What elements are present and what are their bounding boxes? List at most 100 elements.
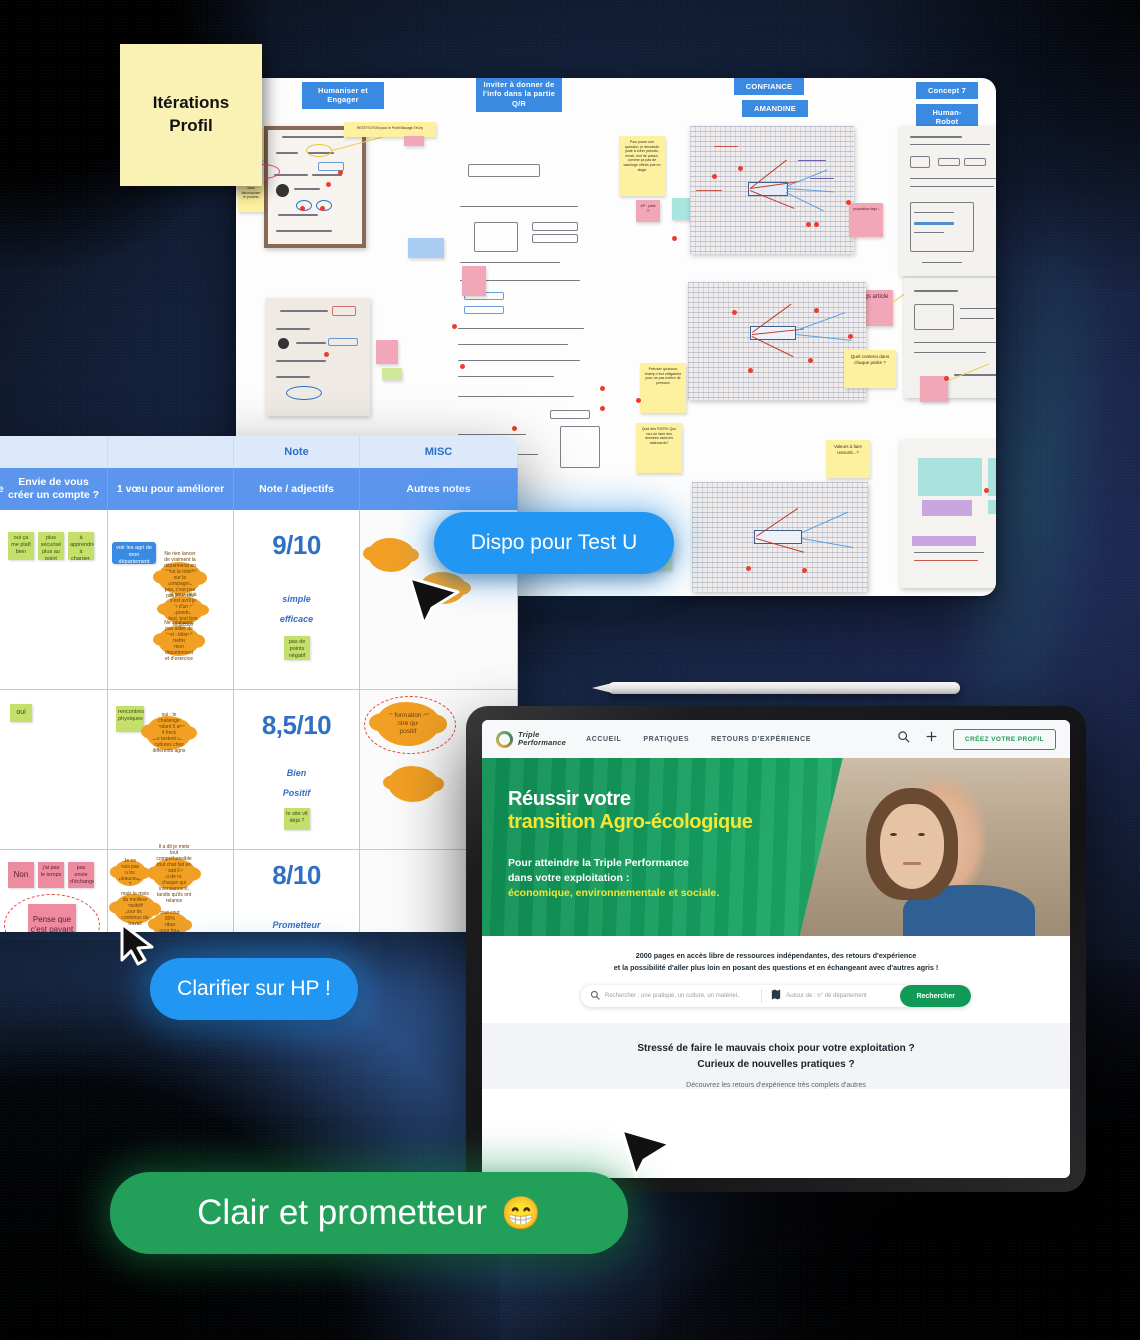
callout-clarifier-hp[interactable]: Clarifier sur HP ! [150,958,358,1020]
board-annotation-circle [306,144,332,157]
table-column-header-row: Performance Envie de vous créer un compt… [0,468,518,510]
board-sticky-note[interactable]: Quid des RGPD! Que va-t-on faire des don… [636,423,682,473]
cloud-note[interactable] [382,766,444,802]
table-column-header-voeu: 1 vœu pour améliorer [108,468,234,510]
hero-title-line-1: Réussir votre [508,788,631,810]
table-column-header-note: Note / adjectifs [234,468,360,510]
table-row[interactable]: Non j'ai pas le temps pas envie d'échang… [0,844,518,932]
callout-clair-prometteur[interactable]: Clair et prometteur 😁 [110,1172,628,1254]
table-cell-compte[interactable]: oui [0,690,108,849]
navbar-actions: CRÉEZ VOTRE PROFIL [897,728,1056,750]
site-search-bar[interactable]: Rechercher : une pratique, un culture, u… [581,985,971,1008]
table-cell-note[interactable]: 8,5/10 Bien Positif le site vit déjà ? [234,690,360,849]
sticky-note-highlighted[interactable]: Pense que c'est payant [28,904,76,932]
nav-link-accueil[interactable]: ACCUEIL [586,736,621,743]
cloud-note[interactable]: Ne souhaiute pas aider de tout - bilan i… [153,620,205,662]
score-value: 8,5/10 [261,710,332,740]
score-value: 9/10 [272,530,321,560]
cloud-note[interactable] [362,538,420,572]
table-cell-compte[interactable]: Non j'ai pas le temps pas envie d'échang… [0,850,108,932]
adjective: simple [282,594,311,604]
table-row[interactable]: oui rencontres physiques oui : le challe… [0,690,518,850]
callout-label: Dispo pour Test U [470,531,638,554]
table-cell-note[interactable]: 9/10 simple efficace pas de points négat… [234,510,360,689]
search-query-placeholder: Rechercher : une pratique, un culture, u… [605,993,741,1000]
board-label: Concept 7 [916,82,978,100]
table-group-header-row: Note MISC [0,436,518,468]
site-logo[interactable]: Triple Performance [496,730,566,748]
sticky-note[interactable]: pas envie d'échanger [68,862,94,888]
sticky-note-title: Itérations Profil [120,44,262,186]
adjective: Prometteur [272,920,321,930]
sticky-note[interactable]: Non [8,862,34,888]
board-photo-sketch-2 [266,298,370,416]
board-sticky-note[interactable]: RESTITUTION pour le Profil Blocage Tél-b… [344,122,436,137]
logo-line-2: Performance [518,738,567,747]
board-dot [636,398,641,403]
intro-line-2: et la possibilité d'aller plus loin en p… [613,963,939,973]
lower-heading-line-1: Stressé de faire le mauvais choix pour v… [637,1043,915,1055]
interview-synthesis-table[interactable]: Note MISC Performance Envie de vous crée… [0,436,518,932]
table-cell-voeu[interactable]: voir les agri de mon département Ne rien… [108,510,234,689]
site-navbar[interactable]: Triple Performance ACCUEIL PRATIQUES RET… [482,720,1070,758]
board-sticky-note[interactable] [462,266,486,296]
sticky-note-title-text: Itérations Profil [152,93,230,135]
search-location-segment[interactable]: Autour de : n° de département [762,985,900,1007]
board-sticky-note[interactable] [382,368,402,380]
board-sticky-note[interactable] [408,238,444,258]
sticky-note[interactable]: à apprendre à charger, comprendre à la f… [68,532,94,560]
site-logo-text: Triple Performance [518,731,566,747]
adjective: Bien [286,768,307,778]
lower-heading-line-2: Curieux de nouvelles pratiques ? [697,1059,855,1071]
sticky-note[interactable]: oui [10,704,32,722]
board-label: CONFIANCE [734,78,804,96]
callout-label: Clair et prometteur [197,1193,487,1232]
cloud-note[interactable]: oui : le challenge pendant 5 ans sur 4 h… [140,712,198,754]
hero-text-block: Réussir votre transition Agro-écologique… [508,788,753,902]
sticky-note[interactable]: pas de points négatif [284,636,310,660]
board-sticky-note[interactable]: Quel contenu dans chaque partie ? [844,350,896,388]
board-sticky-note[interactable]: proposition tags ! [849,203,883,237]
lower-paragraph: Découvrez les retours d'expérience très … [686,1082,866,1090]
board-sticky-note[interactable]: AP : juste ?! [636,200,660,222]
search-icon[interactable] [897,730,910,748]
board-sticky-note[interactable]: Pour poser une question, je demande just… [619,136,665,196]
nav-link-pratiques[interactable]: PRATIQUES [643,736,689,743]
search-location-placeholder: Autour de : n° de département [786,993,867,1000]
cloud-note[interactable]: Ne rien lancer de vraiment la dépannerai… [153,551,207,605]
table-cell-compte[interactable]: oui ça me plaît bien plus sécurisé plus … [0,510,108,689]
search-query-segment[interactable]: Rechercher : une pratique, un culture, u… [581,985,761,1007]
sticky-note[interactable]: j'ai pas le temps [38,862,64,888]
board-photo-chat-sketch [900,440,996,588]
cloud-note[interactable]: Je ne suis pas du tout beaucoup ? [110,858,150,888]
board-sticky-note[interactable]: Valeurs à faire ressortir...? [826,440,870,478]
table-group-cell-misc: MISC [360,436,518,468]
sticky-note[interactable]: oui ça me plaît bien [8,532,34,560]
create-profile-button[interactable]: CRÉEZ VOTRE PROFIL [952,728,1056,750]
sticky-note[interactable]: rencontres physiques [116,706,144,732]
table-cell-voeu[interactable]: rencontres physiques oui : le challenge … [108,690,234,849]
hero-title-line-2: transition Agro-écologique [508,811,753,833]
search-submit-button[interactable]: Rechercher [900,985,971,1008]
board-dot [846,200,851,205]
board-dot [600,406,605,411]
board-label: Inviter à donner de l'info dans la parti… [476,78,562,113]
farmer-portrait [866,788,959,901]
plus-icon[interactable] [925,730,938,748]
sticky-note[interactable]: le site vit déjà ? [284,808,310,830]
tablet-device: Triple Performance ACCUEIL PRATIQUES RET… [466,706,1086,1192]
sticky-note-blue[interactable]: voir les agri de mon département [112,542,156,564]
board-sticky-note[interactable] [376,340,398,364]
apple-pencil [608,682,960,694]
table-group-cell [0,436,108,468]
nav-link-retours[interactable]: RETOURS D'EXPÉRIENCE [711,736,811,743]
sticky-note[interactable]: plus sécurisé plus au point lorsqu'il se… [38,532,64,560]
board-sticky-note[interactable] [404,136,424,146]
board-photo-mindmap-2 [688,282,866,400]
table-cell-note[interactable]: 8/10 Prometteur Clair [234,850,360,932]
board-sticky-note[interactable]: Préciser qu'aucun champ n'est obligatoir… [640,363,686,413]
cloud-note[interactable]: Il a dit je mets tout compréhensible tou… [147,844,201,904]
map-icon [771,987,781,1005]
tablet-screen[interactable]: Triple Performance ACCUEIL PRATIQUES RET… [482,720,1070,1178]
callout-dispo-test-u[interactable]: Dispo pour Test U [434,512,674,574]
